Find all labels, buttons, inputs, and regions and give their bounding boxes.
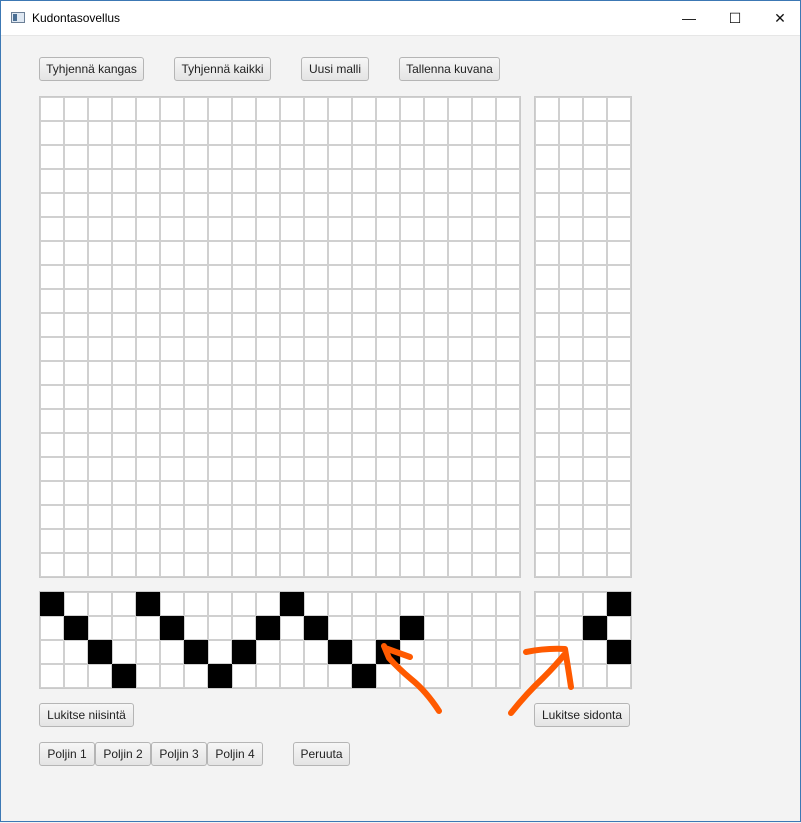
- annotation-arrow-left: [381, 643, 442, 714]
- annotation-arrows: [381, 643, 574, 716]
- app-window: Kudontasovellus — ☐ ✕ Tyhjennä kangas Ty…: [0, 0, 801, 822]
- annotation-arrow-right: [508, 645, 574, 716]
